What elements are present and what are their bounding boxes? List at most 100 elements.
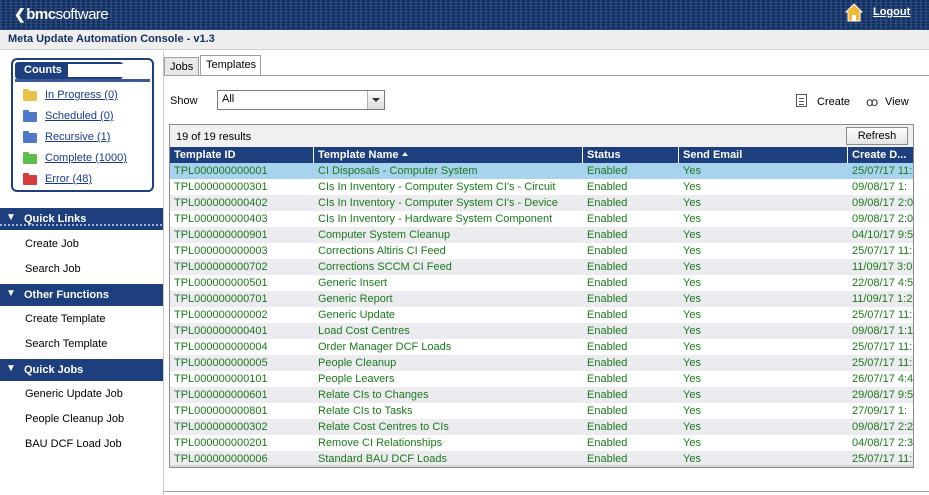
view-label: View [885, 96, 909, 108]
templates-table: 19 of 19 results Refresh Template ID Tem… [169, 124, 914, 468]
title-bar: Meta Update Automation Console - v1.3 [0, 30, 929, 50]
table-cell: Relate Cost Centres to CIs [318, 421, 449, 433]
table-row[interactable]: TPL000000000601 Relate CIs to Changes Enab… [170, 387, 913, 403]
table-cell: Yes [683, 373, 701, 385]
column-header-template-name[interactable]: Template Name [314, 147, 583, 163]
table-row[interactable]: TPL000000000401 Load Cost Centres Enabled Y… [170, 323, 913, 339]
app-header: ❮bmcsoftware Logout [0, 0, 929, 30]
count-link[interactable]: Error (48) [45, 173, 92, 185]
table-cell: Yes [683, 389, 701, 401]
table-row[interactable]: TPL000000000002 Generic Update Enabled Yes 2… [170, 307, 913, 323]
table-row[interactable]: TPL000000000101 People Leavers Enabled Yes 2… [170, 371, 913, 387]
show-filter-value: All [222, 93, 235, 105]
collapse-triangle-icon: ▼ [6, 363, 16, 374]
table-cell: Yes [683, 197, 701, 209]
table-row[interactable]: TPL000000000702 Corrections SCCM CI Feed E… [170, 259, 913, 275]
table-cell: Generic Insert [318, 277, 388, 289]
count-link[interactable]: Recursive (1) [45, 131, 110, 143]
logout-link[interactable]: Logout [873, 6, 910, 18]
table-cell: Yes [683, 325, 701, 337]
table-row[interactable]: TPL000000000001 CI Disposals - Computer S… [170, 163, 913, 179]
create-template-link[interactable]: Create Template [25, 313, 106, 325]
table-row[interactable]: TPL000000000402 CIs In Inventory - Comput… [170, 195, 913, 211]
search-job-link[interactable]: Search Job [25, 263, 81, 275]
table-cell: Yes [683, 405, 701, 417]
table-cell: 11/09/17 3:0 [852, 261, 913, 273]
table-cell: Enabled [587, 389, 628, 401]
tab-templates[interactable]: Templates [200, 55, 261, 76]
create-job-link[interactable]: Create Job [25, 238, 79, 250]
table-cell: Yes [683, 213, 701, 225]
table-cell: 25/07/17 11: [852, 245, 913, 257]
column-header-label: Template Name [318, 149, 399, 161]
column-header-send-email[interactable]: Send Email [679, 147, 848, 163]
folder-blue-icon [23, 110, 37, 122]
table-cell: 25/07/17 11: [852, 309, 913, 321]
other-functions-header[interactable]: ▼ Other Functions [0, 284, 163, 306]
table-cell: Yes [683, 309, 701, 321]
create-label: Create [817, 96, 851, 108]
table-row[interactable]: TPL000000000301 CIs In Inventory - Comput… [170, 179, 913, 195]
count-link[interactable]: In Progress (0) [45, 89, 118, 101]
table-cell: Yes [683, 245, 701, 257]
table-cell: Enabled [587, 341, 628, 353]
table-cell: Generic Update [318, 309, 396, 321]
search-template-link[interactable]: Search Template [25, 338, 107, 350]
bau-dcf-load-job-link[interactable]: BAU DCF Load Job [25, 438, 122, 450]
column-header-label: Create D... [852, 149, 907, 161]
refresh-button[interactable]: Refresh [846, 127, 908, 145]
table-row[interactable]: TPL000000000003 Corrections Altiris CI Fe… [170, 243, 913, 259]
tab-jobs-label: Jobs [170, 61, 194, 73]
table-cell: Enabled [587, 165, 628, 177]
counts-header-field [68, 64, 147, 77]
table-row[interactable]: TPL000000000901 Computer System Cleanup En… [170, 227, 913, 243]
table-row[interactable]: TPL000000000201 Remove CI Relationships En… [170, 435, 913, 451]
table-cell: 25/07/17 11: [852, 341, 913, 353]
column-header-status[interactable]: Status [583, 147, 679, 163]
horizontal-scrollbar[interactable] [170, 465, 913, 467]
table-cell: Yes [683, 453, 701, 465]
tab-jobs[interactable]: Jobs [164, 57, 199, 75]
quick-links-header[interactable]: ▼ Quick Links [0, 208, 163, 230]
table-cell: Corrections SCCM CI Feed [318, 261, 452, 273]
table-cell: Relate CIs to Tasks [318, 405, 413, 417]
home-icon[interactable] [845, 3, 863, 23]
logo-bold-text: bmc [26, 6, 56, 23]
show-filter-select[interactable]: All [217, 90, 385, 110]
table-cell: 04/08/17 2:3 [852, 437, 913, 449]
table-cell: Yes [683, 357, 701, 369]
bmc-logo: ❮bmcsoftware [14, 6, 109, 23]
table-cell: 09/08/17 2:2 [852, 421, 913, 433]
collapse-triangle-icon: ▼ [6, 212, 16, 223]
table-row[interactable]: TPL000000000403 CIs In Inventory - Hardwa… [170, 211, 913, 227]
table-row[interactable]: TPL000000000302 Relate Cost Centres to CI… [170, 419, 913, 435]
table-cell: Computer System Cleanup [318, 229, 451, 241]
quick-jobs-header[interactable]: ▼ Quick Jobs [0, 359, 163, 381]
people-cleanup-job-link[interactable]: People Cleanup Job [25, 413, 124, 425]
table-cell: TPL000000000005 [174, 357, 268, 369]
chevron-down-icon[interactable] [367, 91, 384, 109]
column-header-label: Status [587, 149, 621, 161]
table-cell: TPL000000000403 [174, 213, 268, 225]
count-link[interactable]: Scheduled (0) [45, 110, 114, 122]
table-row[interactable]: TPL000000000801 Relate CIs to Tasks Enable… [170, 403, 913, 419]
table-cell: CI Disposals - Computer System [318, 165, 478, 177]
table-cell: TPL000000000702 [174, 261, 268, 273]
table-cell: Enabled [587, 405, 628, 417]
column-header-template-id[interactable]: Template ID [170, 147, 314, 163]
table-cell: People Cleanup [318, 357, 397, 369]
table-row[interactable]: TPL000000000701 Generic Report Enabled Yes 1… [170, 291, 913, 307]
table-cell: TPL000000000101 [174, 373, 268, 385]
folder-green-icon [23, 152, 37, 164]
generic-update-job-link[interactable]: Generic Update Job [25, 388, 123, 400]
table-row[interactable]: TPL000000000004 Order Manager DCF Loads En… [170, 339, 913, 355]
table-row[interactable]: TPL000000000005 People Cleanup Enabled Yes 2… [170, 355, 913, 371]
table-toolbar: 19 of 19 results Refresh [170, 125, 913, 147]
table-cell: Standard BAU DCF Loads [318, 453, 448, 465]
column-header-create-date[interactable]: Create D... [848, 147, 913, 163]
count-link[interactable]: Complete (1000) [45, 152, 127, 164]
table-cell: 11/09/17 1:2 [852, 293, 913, 305]
table-cell: TPL000000000001 [174, 165, 268, 177]
folder-red-icon [23, 173, 37, 185]
table-row[interactable]: TPL000000000501 Generic Insert Enabled Yes 2… [170, 275, 913, 291]
